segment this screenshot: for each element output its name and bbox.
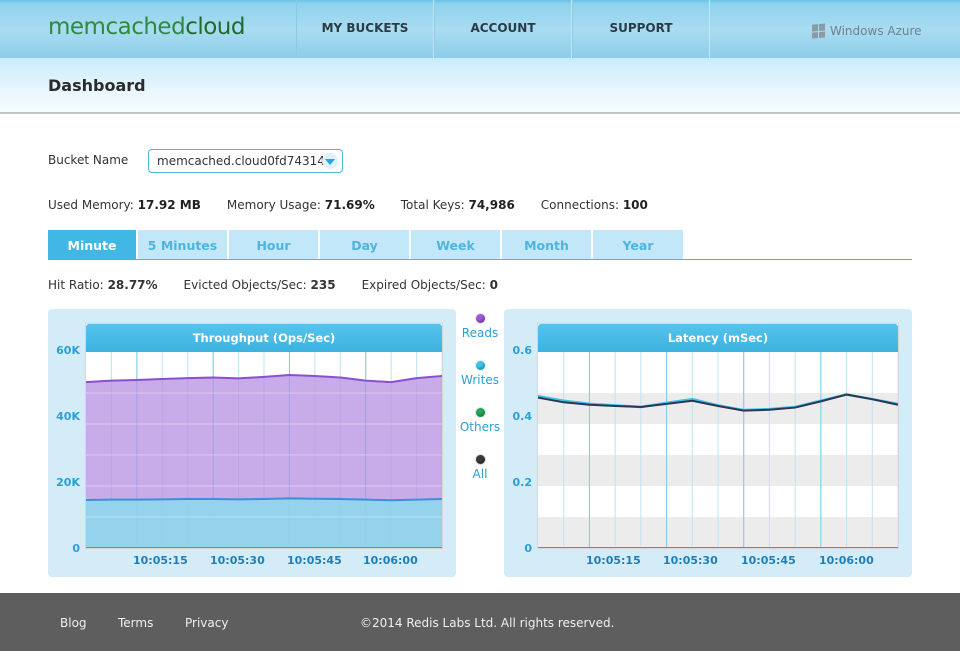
used-memory-value: 17.92 MB — [137, 198, 201, 212]
cache-ratios: Hit Ratio: 28.77% Evicted Objects/Sec: 2… — [48, 278, 524, 292]
evicted-stat: Evicted Objects/Sec: 235 — [184, 278, 336, 292]
used-memory-stat: Used Memory: 17.92 MB — [48, 198, 201, 212]
hit-ratio-value: 28.77% — [107, 278, 158, 292]
writes-area — [86, 498, 442, 548]
windows-azure-logo: Windows Azure — [812, 23, 922, 39]
memcached-cloud-logo[interactable]: memcachedcloud — [48, 14, 245, 40]
top-navigation-bar: memcachedcloud MY BUCKETS ACCOUNT SUPPOR… — [0, 0, 960, 58]
latency-xtick-3: 10:05:45 — [741, 554, 796, 567]
throughput-ytick-20k: 20K — [56, 476, 80, 489]
throughput-xtick-4: 10:06:00 — [363, 554, 418, 567]
memory-usage-label: Memory Usage: — [226, 198, 321, 212]
logo-text-cloud: cloud — [185, 14, 245, 40]
page-title: Dashboard — [48, 76, 146, 95]
tab-hour[interactable]: Hour — [229, 230, 318, 260]
expired-value: 0 — [489, 278, 498, 292]
chevron-down-icon[interactable] — [322, 153, 338, 169]
footer-copyright: ©2014 Redis Labs Ltd. All rights reserve… — [360, 616, 615, 630]
throughput-chart-title: Throughput (Ops/Sec) — [86, 324, 442, 352]
latency-chart-title: Latency (mSec) — [538, 324, 898, 352]
tab-minute[interactable]: Minute — [48, 230, 136, 260]
latency-plot — [538, 352, 898, 548]
nav-my-buckets-label: MY BUCKETS — [321, 21, 409, 35]
legend-others-label: Others — [459, 420, 501, 434]
hit-ratio-stat: Hit Ratio: 28.77% — [48, 278, 158, 292]
hit-ratio-label: Hit Ratio: — [48, 278, 104, 292]
memory-usage-value: 71.69% — [324, 198, 375, 212]
nav-account[interactable]: ACCOUNT — [434, 0, 572, 58]
latency-ytick-0-6: 0.6 — [512, 344, 533, 357]
windows-flag-icon — [812, 23, 826, 39]
time-range-tabs: Minute 5 Minutes Hour Day Week Month Yea… — [48, 230, 685, 260]
connections-label: Connections: — [540, 198, 619, 212]
footer-link-blog[interactable]: Blog — [60, 616, 87, 630]
evicted-label: Evicted Objects/Sec: — [183, 278, 307, 292]
legend-writes-label: Writes — [461, 373, 499, 387]
nav-account-label: ACCOUNT — [470, 21, 536, 35]
nav-support-label: SUPPORT — [609, 21, 673, 35]
legend-reads-label: Reads — [461, 326, 499, 340]
bucket-name-label: Bucket Name — [48, 153, 129, 167]
bucket-stats: Used Memory: 17.92 MB Memory Usage: 71.6… — [48, 198, 674, 212]
latency-ytick-0-2: 0.2 — [512, 476, 533, 489]
legend-reads[interactable]: Reads — [456, 313, 504, 340]
nav-support[interactable]: SUPPORT — [572, 0, 710, 58]
legend-all[interactable]: All — [456, 454, 504, 481]
tab-day[interactable]: Day — [320, 230, 409, 260]
main-nav: MY BUCKETS ACCOUNT SUPPORT — [296, 0, 710, 58]
footer: Blog Terms Privacy ©2014 Redis Labs Ltd.… — [0, 593, 960, 651]
evicted-value: 235 — [310, 278, 336, 292]
nav-my-buckets[interactable]: MY BUCKETS — [296, 0, 434, 58]
throughput-ytick-0: 0 — [72, 542, 80, 555]
throughput-ytick-60k: 60K — [56, 344, 80, 357]
tab-year[interactable]: Year — [593, 230, 683, 260]
latency-chart: Latency (mSec) — [537, 323, 899, 549]
latency-ytick-0: 0 — [524, 542, 532, 555]
others-dot-icon — [474, 407, 486, 418]
latency-xtick-4: 10:06:00 — [819, 554, 874, 567]
latency-xtick-1: 10:05:15 — [586, 554, 641, 567]
expired-label: Expired Objects/Sec: — [361, 278, 486, 292]
memory-usage-stat: Memory Usage: 71.69% — [227, 198, 375, 212]
throughput-ytick-40k: 40K — [56, 410, 80, 423]
connections-stat: Connections: 100 — [541, 198, 648, 212]
total-keys-stat: Total Keys: 74,986 — [401, 198, 515, 212]
footer-link-privacy[interactable]: Privacy — [185, 616, 228, 630]
throughput-plot — [86, 352, 442, 548]
reads-dot-icon — [474, 313, 486, 324]
logo-text-memcached: memcached — [48, 14, 186, 40]
throughput-chart: Throughput (Ops/Sec) — [85, 323, 443, 549]
all-dot-icon — [474, 454, 486, 465]
throughput-xtick-1: 10:05:15 — [133, 554, 188, 567]
writes-dot-icon — [474, 360, 486, 371]
footer-link-terms[interactable]: Terms — [118, 616, 153, 630]
legend-all-label: All — [472, 467, 488, 481]
legend-others[interactable]: Others — [456, 407, 504, 434]
legend-writes[interactable]: Writes — [456, 360, 504, 387]
throughput-xtick-3: 10:05:45 — [287, 554, 342, 567]
total-keys-value: 74,986 — [468, 198, 515, 212]
expired-stat: Expired Objects/Sec: 0 — [362, 278, 498, 292]
total-keys-label: Total Keys: — [400, 198, 465, 212]
tab-5-minutes[interactable]: 5 Minutes — [138, 230, 227, 260]
bucket-select[interactable]: memcached.cloud0fd74314- — [148, 149, 343, 173]
throughput-xtick-2: 10:05:30 — [210, 554, 265, 567]
windows-azure-label: Windows Azure — [830, 24, 922, 38]
tabs-underline — [48, 259, 912, 260]
used-memory-label: Used Memory: — [48, 198, 134, 212]
connections-value: 100 — [622, 198, 648, 212]
tab-week[interactable]: Week — [411, 230, 500, 260]
bucket-select-value: memcached.cloud0fd74314- — [157, 154, 330, 168]
page-title-bar: Dashboard — [0, 58, 960, 114]
tab-month[interactable]: Month — [502, 230, 591, 260]
latency-xtick-2: 10:05:30 — [663, 554, 718, 567]
latency-ytick-0-4: 0.4 — [512, 410, 533, 423]
